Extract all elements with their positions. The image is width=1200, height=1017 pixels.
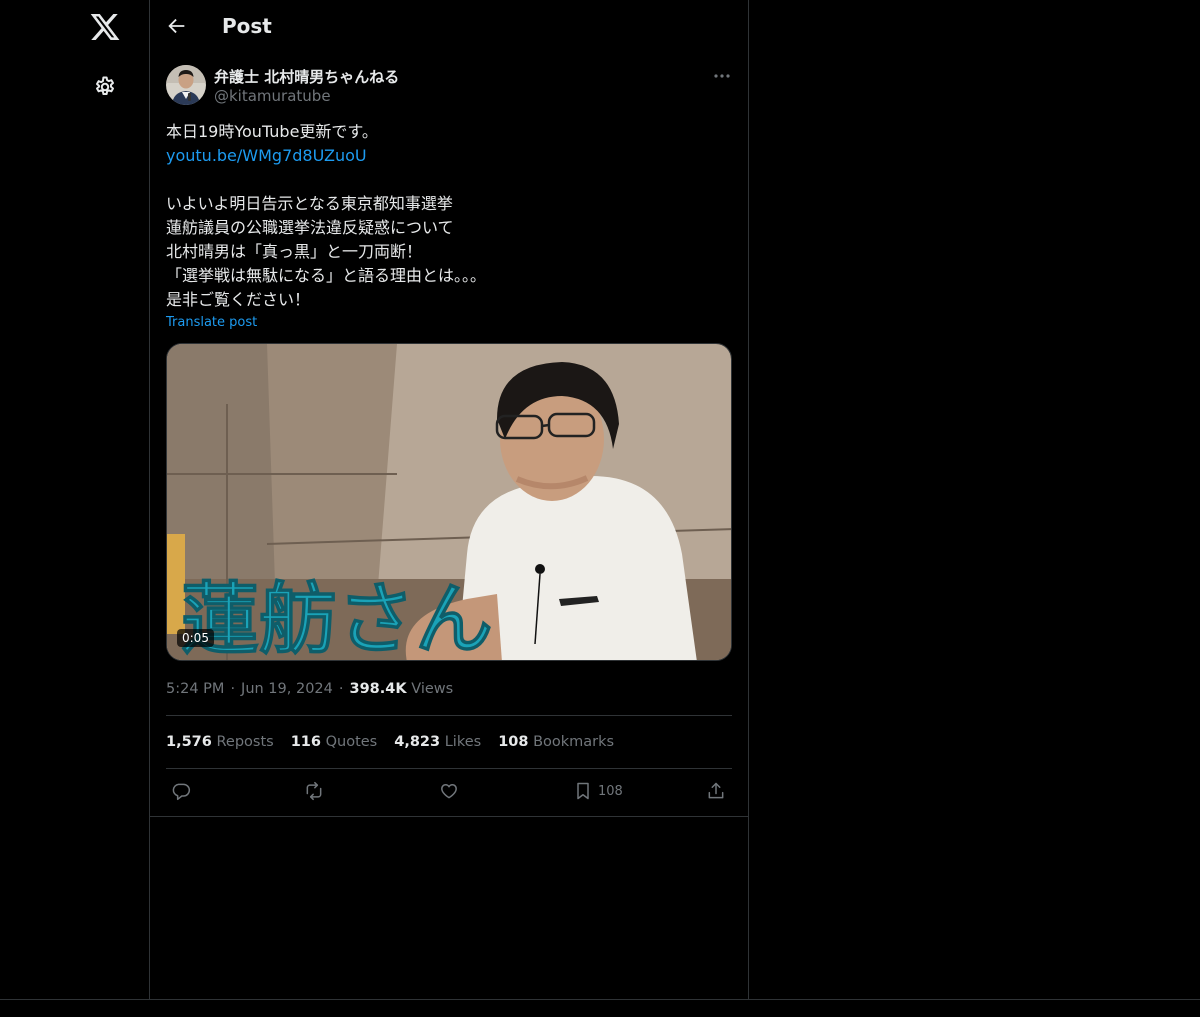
- post-text-line: 是非ご覧ください！: [166, 290, 311, 309]
- reposts-stat[interactable]: 1,576 Reposts: [166, 734, 274, 750]
- video-player[interactable]: 蓮舫さん 0:05: [166, 343, 732, 661]
- post-text-line: 本日19時YouTube更新です。: [166, 122, 378, 141]
- x-logo-icon[interactable]: [89, 11, 121, 43]
- views-count: 398.4K: [349, 681, 407, 697]
- divider: [166, 715, 732, 716]
- post-text-line: いよいよ明日告示となる東京都知事選挙: [166, 194, 453, 213]
- share-icon[interactable]: [706, 781, 726, 803]
- post-meta: 5:24 PM · Jun 19, 2024 · 398.4K Views: [166, 681, 454, 697]
- more-icon[interactable]: [712, 68, 732, 82]
- divider: [166, 768, 732, 769]
- post-text-line: 蓮舫議員の公職選挙法違反疑惑について: [166, 218, 454, 237]
- video-duration-badge: 0:05: [177, 629, 214, 647]
- page-title: Post: [222, 14, 272, 38]
- post-time[interactable]: 5:24 PM: [166, 681, 224, 697]
- like-icon[interactable]: [439, 781, 459, 803]
- post-text: 本日19時YouTube更新です。 youtu.be/WMg7d8UZuoU い…: [166, 120, 732, 312]
- post-text-line: 北村晴男は「真っ黒」と一刀両断！: [166, 242, 423, 261]
- page-header: Post: [150, 0, 748, 54]
- translate-post-link[interactable]: Translate post: [166, 315, 257, 330]
- views-label: Views: [411, 681, 454, 697]
- gear-icon[interactable]: [93, 75, 117, 99]
- post-actions: 108: [166, 781, 732, 803]
- post-date[interactable]: Jun 19, 2024: [241, 681, 333, 697]
- bookmark-count: 108: [598, 784, 623, 799]
- likes-stat[interactable]: 4,823 Likes: [394, 734, 481, 750]
- post-article: 弁護士 北村晴男ちゃんねる @kitamuratube 本日19時YouTube…: [150, 54, 748, 817]
- youtube-link[interactable]: youtu.be/WMg7d8UZuoU: [166, 146, 367, 165]
- video-thumbnail: 蓮舫さん: [167, 344, 731, 661]
- main-column: Post 弁護士 北村晴男ちゃんねる @kitamuratube 本日19時Yo…: [150, 0, 749, 999]
- reply-icon[interactable]: [171, 781, 191, 803]
- engagement-stats: 1,576 Reposts 116 Quotes 4,823 Likes 108 Bo…: [166, 734, 631, 750]
- author-handle[interactable]: @kitamuratube: [214, 87, 331, 105]
- bottom-divider: [0, 999, 1200, 1000]
- bookmarks-stat[interactable]: 108 Bookmarks: [498, 734, 614, 750]
- repost-icon[interactable]: [304, 781, 324, 803]
- back-arrow-icon[interactable]: [166, 15, 188, 37]
- left-nav: [0, 0, 150, 999]
- bookmark-icon[interactable]: 108: [573, 781, 633, 803]
- post-text-line: 「選挙戦は無駄になる」と語る理由とは。。。: [166, 266, 487, 285]
- page: Post 弁護士 北村晴男ちゃんねる @kitamuratube 本日19時Yo…: [0, 0, 1200, 1017]
- avatar[interactable]: [166, 65, 206, 105]
- video-overlay-text: 蓮舫さん: [181, 574, 493, 661]
- quotes-stat[interactable]: 116 Quotes: [291, 734, 378, 750]
- author-name[interactable]: 弁護士 北村晴男ちゃんねる: [214, 66, 399, 87]
